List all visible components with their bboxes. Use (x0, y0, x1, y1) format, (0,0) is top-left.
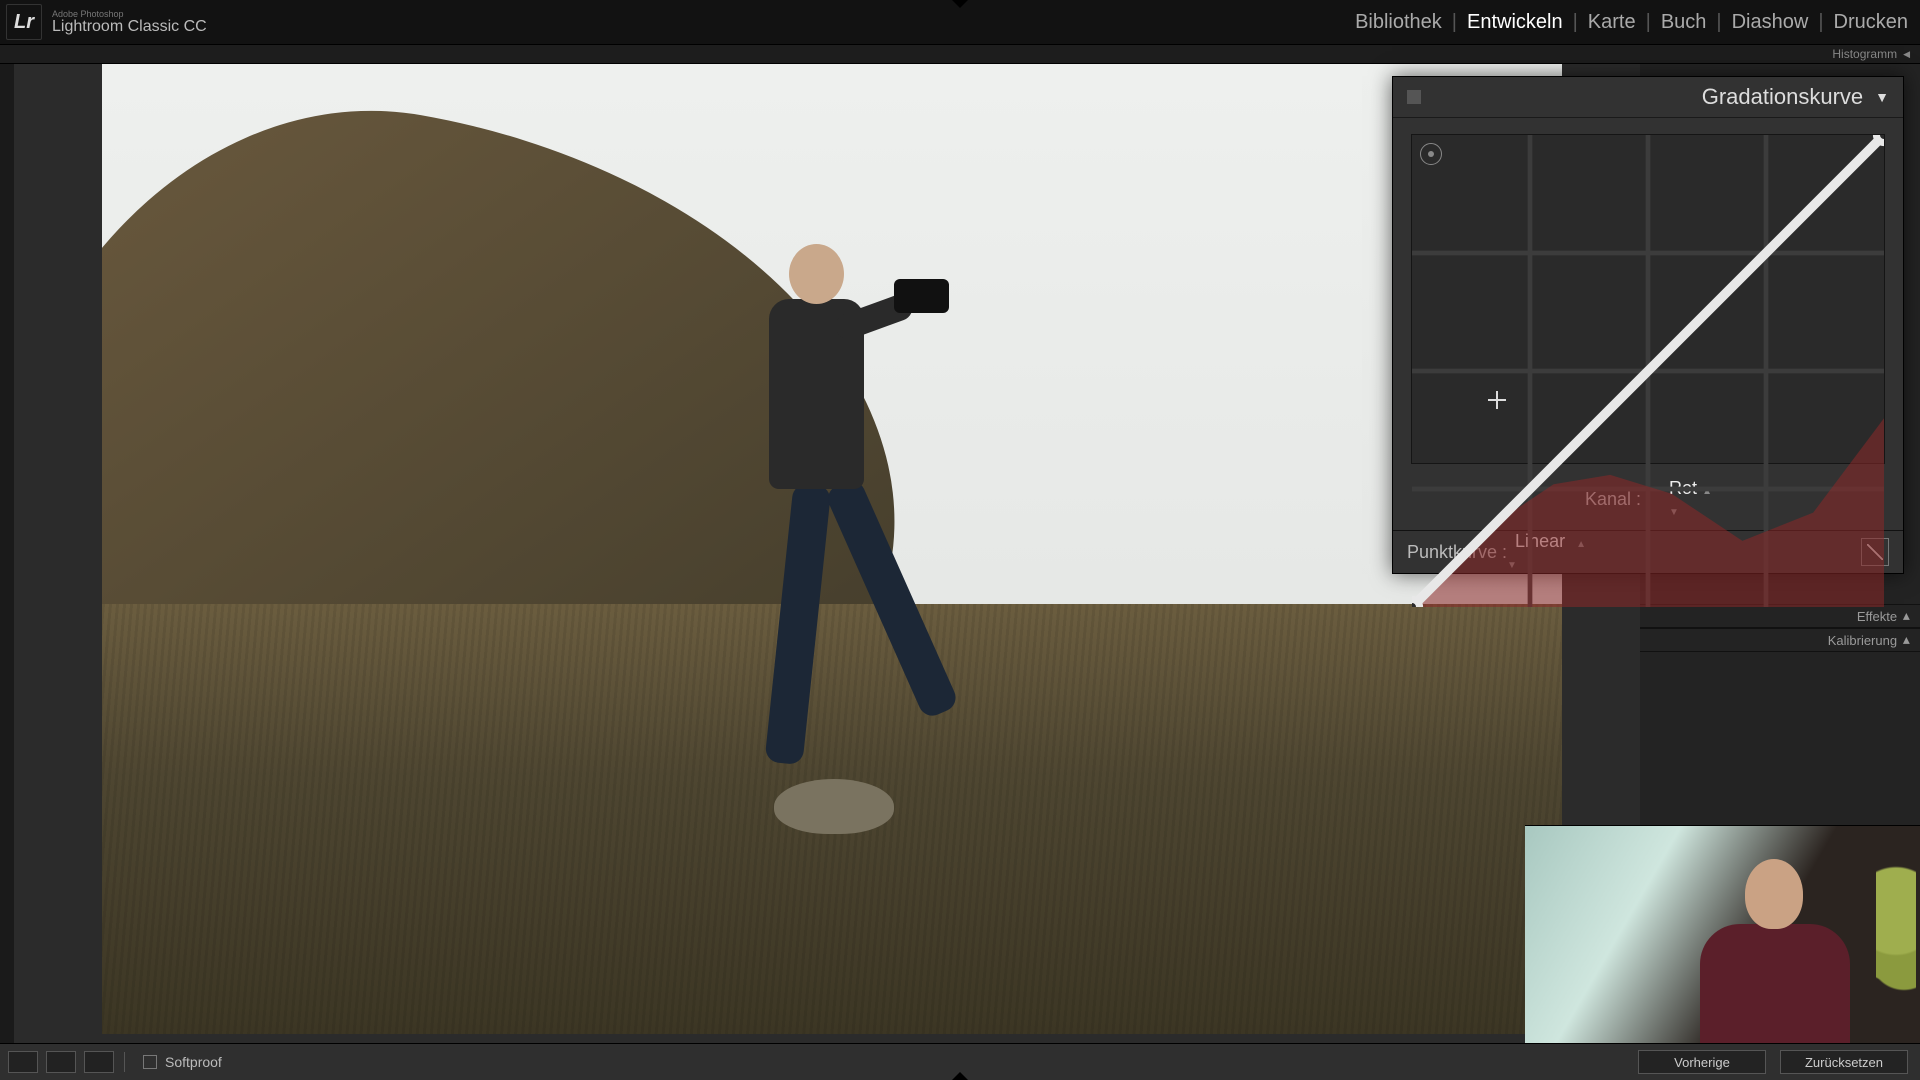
previous-button[interactable]: Vorherige (1638, 1050, 1766, 1074)
panel-header-effects[interactable]: Effekte ◀ (1640, 604, 1920, 628)
tone-curve-graph[interactable] (1411, 134, 1885, 464)
reset-button[interactable]: Zurücksetzen (1780, 1050, 1908, 1074)
bottom-panel-handle[interactable] (952, 1072, 968, 1080)
module-library[interactable]: Bibliothek (1355, 11, 1442, 34)
curve-cursor-crosshair (1488, 391, 1506, 409)
panel-toggle-icon[interactable] (1407, 90, 1421, 104)
view-mode-before-after-lr-button[interactable] (46, 1051, 76, 1073)
module-book[interactable]: Buch (1661, 11, 1707, 34)
histogram-label: Histogramm (1832, 47, 1897, 61)
main-photo[interactable] (102, 64, 1562, 1034)
app-name: Lightroom Classic CC (52, 19, 207, 35)
view-mode-loupe-button[interactable] (8, 1051, 38, 1073)
tone-curve-panel: Gradationskurve ▼ Kanal : Rot ▲▼ (1392, 76, 1904, 574)
chevron-left-icon: ◀ (1901, 637, 1912, 644)
panel-header-calibration[interactable]: Kalibrierung ◀ (1640, 628, 1920, 652)
softproof-label: Softproof (165, 1054, 222, 1070)
module-print[interactable]: Drucken (1834, 11, 1908, 34)
panel-label: Effekte (1857, 609, 1897, 624)
top-panel-handle[interactable] (952, 0, 968, 8)
app-title-block: Adobe Photoshop Lightroom Classic CC (52, 10, 207, 35)
view-mode-before-after-tb-button[interactable] (84, 1051, 114, 1073)
softproof-checkbox[interactable] (143, 1055, 157, 1069)
module-map[interactable]: Karte (1588, 11, 1636, 34)
tone-curve-title: Gradationskurve (1702, 84, 1863, 110)
module-picker: Bibliothek| Entwickeln| Karte| Buch| Dia… (1355, 11, 1908, 34)
module-slideshow[interactable]: Diashow (1732, 11, 1809, 34)
chevron-left-icon: ◀ (1901, 613, 1912, 620)
module-develop[interactable]: Entwickeln (1467, 11, 1563, 34)
tone-curve-header[interactable]: Gradationskurve ▼ (1393, 77, 1903, 118)
panel-label: Kalibrierung (1828, 633, 1897, 648)
webcam-overlay (1525, 825, 1920, 1044)
chevron-left-icon: ◀ (1903, 49, 1910, 60)
chevron-down-icon: ▼ (1875, 89, 1889, 105)
app-logo: Lr (6, 4, 42, 40)
histogram-panel-header[interactable]: Histogramm ◀ (0, 44, 1920, 64)
